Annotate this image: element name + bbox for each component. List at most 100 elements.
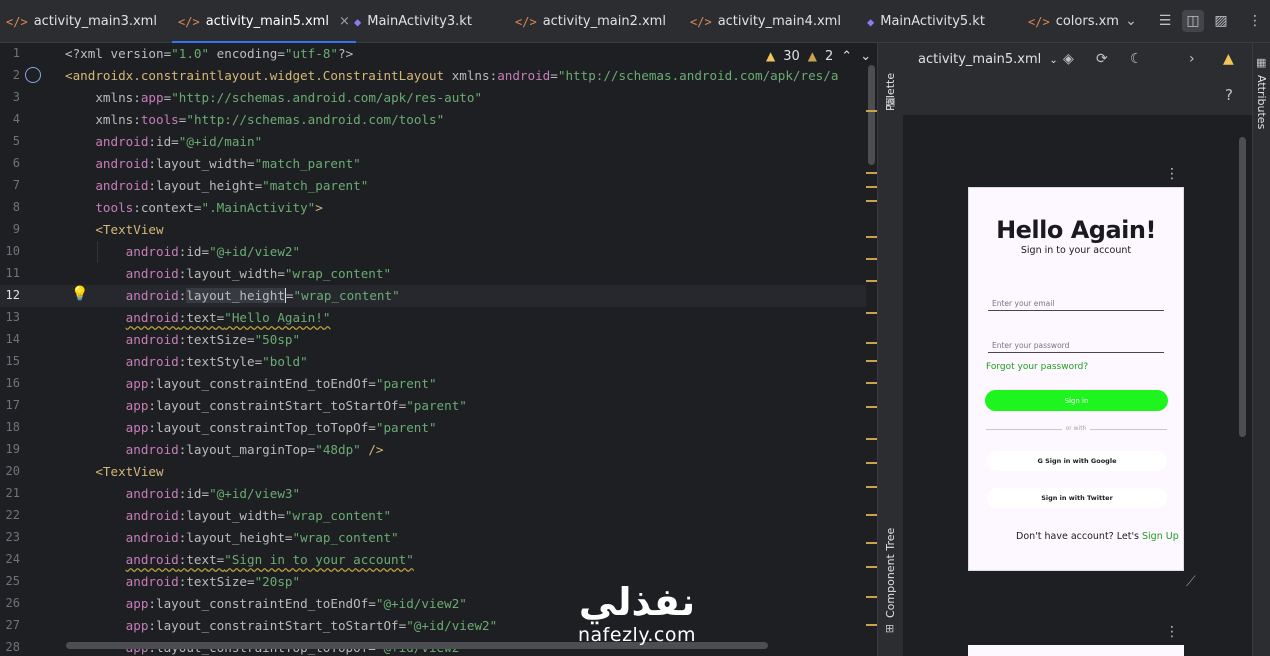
line-number[interactable]: 28 [0,640,20,654]
tab-mainactivity5[interactable]: ◆ MainActivity5.kt [867,0,985,43]
code-view-icon[interactable]: ☰ [1156,12,1174,30]
code-line[interactable]: android:layout_marginTop="48dp" /> [65,439,384,461]
code-line[interactable]: android:layout_width="match_parent" [65,153,360,175]
line-number[interactable]: 22 [0,508,20,522]
no-account-text[interactable]: Don't have account? Let's [1016,531,1139,542]
warning-marker[interactable] [866,280,877,282]
line-number[interactable]: 13 [0,310,20,324]
tab-activity-main2[interactable]: </> activity_main2.xml [515,0,666,43]
help-icon[interactable]: ? [1225,86,1233,104]
line-number[interactable]: 23 [0,530,20,544]
warning-marker[interactable] [866,172,877,174]
code-line[interactable]: android:id="@+id/main" [65,131,262,153]
warning-marker[interactable] [866,342,877,344]
code-line[interactable]: android:layout_height="wrap_content" [65,527,399,549]
code-line[interactable]: android:textSize="20sp" [65,571,300,593]
orientation-icon[interactable]: ⟳ [1096,51,1108,67]
line-number[interactable]: 20 [0,464,20,478]
second-device-preview[interactable] [968,645,1184,656]
line-number[interactable]: 17 [0,398,20,412]
attributes-toggle[interactable]: Attributes [1255,75,1268,129]
line-number[interactable]: 4 [0,112,20,126]
code-line[interactable]: app:layout_constraintTop_toTopOf="parent… [65,417,437,439]
code-line[interactable]: android:textSize="50sp" [65,329,300,351]
line-number[interactable]: 6 [0,156,20,170]
preview-more-icon[interactable]: ⋮ [1165,624,1179,640]
line-number[interactable]: 2 [0,68,20,82]
code-line[interactable]: <?xml version="1.0" encoding="utf-8"?> [65,43,353,65]
chevron-down-icon[interactable]: ⌄ [1122,12,1140,30]
night-mode-icon[interactable]: ☾ [1130,51,1143,67]
line-number[interactable]: 25 [0,574,20,588]
code-line[interactable]: android:layout_width="wrap_content" [65,263,391,285]
code-line[interactable]: app:layout_constraintEnd_toEndOf="@+id/v… [65,593,467,615]
line-number[interactable]: 21 [0,486,20,500]
code-line[interactable]: app:layout_constraintStart_toStartOf="pa… [65,395,467,417]
line-number[interactable]: 15 [0,354,20,368]
warning-marker[interactable] [866,624,877,626]
tab-activity-main4[interactable]: </> activity_main4.xml [690,0,841,43]
preview-more-icon[interactable]: ⋮ [1165,166,1179,182]
component-tree-toggle[interactable]: Component Tree [884,528,897,618]
line-number[interactable]: 1 [0,46,20,60]
code-line[interactable]: android:textStyle="bold" [65,351,308,373]
lightbulb-icon[interactable]: 💡 [71,286,88,302]
code-line[interactable]: android:layout_height="match_parent" [65,175,368,197]
device-preview[interactable]: Hello Again! Sign in to your account Ent… [968,187,1184,571]
code-line[interactable]: android:id="@+id/view3" [65,483,300,505]
split-view-icon[interactable]: ◫ [1182,10,1204,32]
line-number[interactable]: 11 [0,266,20,280]
code-line[interactable]: app:layout_constraintEnd_toEndOf="parent… [65,373,437,395]
sign-up-link[interactable]: Sign Up [1142,531,1179,542]
line-number[interactable]: 19 [0,442,20,456]
google-sign-in-button[interactable]: G Sign in with Google [987,451,1167,471]
close-icon[interactable]: × [339,14,350,29]
warning-icon[interactable]: ▲ [1223,51,1234,67]
warning-marker[interactable] [866,382,877,384]
warning-marker[interactable] [866,110,877,112]
inspection-widget[interactable]: ▲ 30 ▲ 2 ⌃ ⌄ [766,47,871,65]
tab-mainactivity3[interactable]: ◆ MainActivity3.kt [354,0,472,43]
error-stripe[interactable] [865,43,877,656]
sign-in-button[interactable]: Sign in [985,390,1168,411]
line-number[interactable]: 16 [0,376,20,390]
twitter-sign-in-button[interactable]: Sign in with Twitter [987,488,1167,508]
email-field[interactable]: Enter your email [988,293,1164,311]
forgot-password-link[interactable]: Forgot your password? [986,362,1088,372]
tab-colors[interactable]: </> colors.xm [1028,0,1119,43]
line-number[interactable]: 8 [0,200,20,214]
code-line[interactable]: <TextView [65,219,163,241]
tab-activity-main3[interactable]: </> activity_main3.xml [6,0,157,43]
warning-marker[interactable] [866,542,877,544]
warning-marker[interactable] [866,514,877,516]
warning-marker[interactable] [866,486,877,488]
warning-marker[interactable] [866,566,877,568]
resize-handle-icon[interactable]: ⟋ [1186,574,1196,590]
code-line[interactable]: tools:context=".MainActivity"> [65,197,323,219]
code-line[interactable]: <androidx.constraintlayout.widget.Constr… [65,65,838,87]
warning-marker[interactable] [866,236,877,238]
code-editor[interactable]: 1 2 3 4 5 6 7 8 9 10 11 12 13 14 15 16 17 18 19 20 21 22 23 24 2… [0,43,877,656]
code-line[interactable]: app:layout_constraintStart_toStartOf="@+… [65,615,498,637]
line-number[interactable]: 7 [0,178,20,192]
code-line[interactable]: xmlns:app="http://schemas.android.com/ap… [65,87,482,109]
warning-marker[interactable] [866,258,877,260]
line-number[interactable]: 24 [0,552,20,566]
password-field[interactable]: Enter your password [988,335,1164,353]
code-line[interactable]: android:layout_height="wrap_content" [65,285,400,307]
line-number[interactable]: 5 [0,134,20,148]
more-options-icon[interactable]: ⋮ [1246,12,1264,30]
tab-activity-main5[interactable]: </> activity_main5.xml × [172,0,356,43]
code-line[interactable]: <TextView [65,461,163,483]
warning-marker[interactable] [866,312,877,314]
line-number[interactable]: 26 [0,596,20,610]
code-line[interactable]: android:layout_width="wrap_content" [65,505,391,527]
code-line[interactable]: android:id="@+id/view2" [65,241,300,263]
line-number[interactable]: 3 [0,90,20,104]
warning-marker[interactable] [866,406,877,408]
line-number[interactable]: 18 [0,420,20,434]
line-number[interactable]: 14 [0,332,20,346]
warning-marker[interactable] [866,462,877,464]
code-line[interactable]: xmlns:tools="http://schemas.android.com/… [65,109,444,131]
layers-icon[interactable]: ◈ [1063,51,1074,67]
